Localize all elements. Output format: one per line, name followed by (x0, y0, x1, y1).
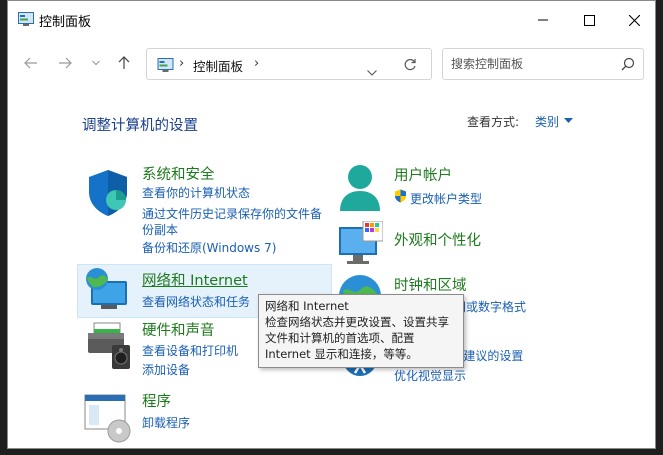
category-appearance[interactable]: 外观和个性化 (394, 229, 481, 250)
arrow-left-icon (24, 57, 37, 69)
arrow-right-icon (59, 57, 72, 69)
tooltip-network-internet: 网络和 Internet 检查网络状态并更改设置、设置共享 文件和计算机的首选项… (258, 294, 464, 368)
category-user-accounts[interactable]: 用户帐户 (394, 164, 452, 185)
link-change-account-type[interactable]: 更改帐户类型 (410, 190, 482, 207)
network-globe-icon (86, 268, 127, 309)
uac-shield-icon (395, 189, 406, 203)
navigation-bar: › 控制面板 › (8, 39, 655, 87)
link-network-status[interactable]: 查看网络状态和任务 (142, 293, 250, 310)
control-panel-app-icon (18, 12, 34, 26)
shield-icon (89, 170, 127, 216)
appearance-monitor-icon (339, 221, 383, 264)
chevron-down-icon (367, 70, 377, 76)
link-view-computer-status[interactable]: 查看你的计算机状态 (142, 184, 250, 201)
view-by-dropdown[interactable]: 类别 (535, 113, 559, 130)
programs-icon (84, 394, 131, 443)
link-file-history-cont[interactable]: 份副本 (142, 221, 178, 238)
maximize-icon (583, 14, 595, 26)
refresh-icon (404, 58, 416, 71)
link-devices-printers[interactable]: 查看设备和打印机 (142, 342, 238, 359)
search-box (442, 48, 644, 80)
link-uninstall-program[interactable]: 卸载程序 (142, 414, 190, 431)
category-hardware-sound[interactable]: 硬件和声音 (142, 319, 215, 340)
search-icon[interactable] (621, 57, 635, 71)
minimize-icon (538, 19, 548, 21)
address-dropdown-button[interactable] (367, 61, 377, 80)
tooltip-line: 文件和计算机的首选项、配置 (265, 331, 415, 345)
arrow-up-icon (118, 56, 130, 69)
category-programs[interactable]: 程序 (142, 390, 171, 411)
user-account-icon (340, 165, 380, 211)
link-optimize-visual-display[interactable]: 优化视觉显示 (394, 367, 466, 384)
minimize-button[interactable] (520, 7, 566, 33)
maximize-button[interactable] (566, 7, 612, 33)
close-button[interactable] (611, 7, 655, 33)
category-system-security[interactable]: 系统和安全 (142, 163, 215, 184)
category-clock-region[interactable]: 时钟和区域 (394, 274, 467, 295)
back-button[interactable] (21, 53, 41, 73)
close-icon (628, 14, 640, 26)
control-panel-icon (157, 58, 174, 72)
category-network-internet[interactable]: 网络和 Internet (142, 269, 248, 290)
refresh-button[interactable] (403, 57, 417, 76)
control-panel-window: 控制面板 › 控制面板 › 搜索控制面板 调整计算机的设置 查看方式: 类别 系… (7, 0, 656, 449)
chevron-down-icon (92, 60, 100, 66)
tooltip-line: 网络和 Internet (265, 299, 349, 313)
chevron-down-icon[interactable] (564, 118, 573, 124)
up-button[interactable] (114, 53, 134, 73)
forward-button[interactable] (55, 53, 75, 73)
breadcrumb-control-panel[interactable]: 控制面板 (193, 56, 243, 75)
tooltip-line: 检查网络状态并更改设置、设置共享 (265, 315, 449, 329)
recent-locations-button[interactable] (86, 53, 106, 73)
breadcrumb-separator[interactable]: › (179, 56, 184, 71)
address-bar[interactable]: › 控制面板 › (146, 48, 432, 80)
link-backup-restore[interactable]: 备份和还原(Windows 7) (142, 239, 276, 256)
tooltip-line: Internet 显示和连接，等等。 (265, 347, 418, 361)
title-bar: 控制面板 (8, 1, 655, 39)
breadcrumb-separator[interactable]: › (254, 56, 259, 71)
search-input[interactable] (451, 55, 611, 73)
link-file-history[interactable]: 通过文件历史记录保存你的文件备 (142, 205, 322, 222)
page-heading: 调整计算机的设置 (82, 118, 198, 134)
link-add-device[interactable]: 添加设备 (142, 361, 190, 378)
view-by-label: 查看方式: (467, 115, 520, 129)
printer-speaker-icon (88, 322, 130, 369)
window-title: 控制面板 (39, 15, 92, 30)
